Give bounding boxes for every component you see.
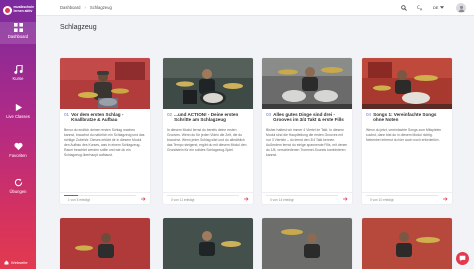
- app-window: musikschule lernen aktiv Dashboard Kurse…: [0, 0, 474, 269]
- course-title: Alles gutes Dinge sind drei - Grooves im…: [273, 112, 344, 123]
- course-card[interactable]: [262, 218, 352, 269]
- course-thumbnail: [60, 58, 150, 109]
- sidebar-item-label: Kurse: [12, 76, 24, 81]
- arrow-right-icon[interactable]: [343, 197, 348, 201]
- course-card[interactable]: 04 Songs 1: Vereinfachte Songs ohne Note…: [362, 58, 452, 204]
- website-link[interactable]: Webseite: [4, 260, 28, 265]
- course-thumbnail: [262, 58, 352, 109]
- sidebar-item-uebungen[interactable]: Übungen: [0, 177, 36, 199]
- course-description: Bisher hattest wir immer 4 Viertel im Ta…: [266, 128, 348, 157]
- language-value: DE: [433, 5, 439, 10]
- course-card[interactable]: 01 Vor dem ersten Schlag - Knallbratze &…: [60, 58, 150, 204]
- sidebar-item-label: Dashboard: [7, 34, 29, 39]
- progress-fill: [64, 195, 79, 197]
- arrow-right-icon[interactable]: [141, 197, 146, 201]
- search-icon[interactable]: [400, 4, 408, 12]
- chat-icon: [459, 255, 466, 262]
- sidebar-item-kurse[interactable]: Kurse: [0, 64, 36, 86]
- sidebar-item-label: Live Classes: [6, 114, 30, 119]
- progress-bar: [366, 195, 438, 197]
- chevron-right-icon: ›: [84, 5, 86, 10]
- sidebar-item-label: Favoriten: [9, 153, 27, 158]
- progress-status: 0 von 11 erledigt: [171, 197, 195, 202]
- breadcrumb-dashboard[interactable]: Dashboard: [60, 5, 81, 10]
- dashboard-icon: [13, 22, 23, 32]
- course-title: Songs 1: Vereinfachte Songs ohne Noten: [373, 112, 437, 123]
- arrow-right-icon[interactable]: [244, 197, 249, 201]
- course-card[interactable]: [60, 218, 150, 269]
- course-description: Wenn du jetzt, vereinfachte Songs zum Mi…: [366, 128, 442, 142]
- brand-line2: lernen aktiv: [13, 9, 33, 13]
- website-label: Webseite: [11, 260, 28, 265]
- course-thumbnail: [163, 218, 253, 269]
- course-number: 02: [167, 112, 173, 117]
- refresh-icon: [13, 177, 23, 187]
- progress-bar: [266, 195, 338, 197]
- sidebar-item-favoriten[interactable]: Favoriten: [0, 141, 36, 163]
- breadcrumb: Dashboard › Schlagzeug: [60, 5, 112, 10]
- course-description: In diesem Modul lernst du bereits deine …: [167, 128, 247, 152]
- home-icon: [4, 260, 9, 265]
- chat-button[interactable]: [456, 252, 469, 265]
- breadcrumb-current: Schlagzeug: [89, 5, 112, 10]
- sidebar-item-live-classes[interactable]: Live Classes: [0, 102, 36, 124]
- course-card[interactable]: 03 Alles gutes Dinge sind drei - Grooves…: [262, 58, 352, 204]
- sidebar: musikschule lernen aktiv Dashboard Kurse…: [0, 0, 36, 269]
- progress-status: 0 von 10 erledigt: [370, 197, 394, 202]
- progress-status: 1 von 5 erledigt: [68, 197, 90, 202]
- progress-bar: [167, 195, 239, 197]
- course-description: Bevor du endlich deinen ersten Schlag ma…: [64, 128, 145, 157]
- course-card[interactable]: 02 ...und ACTION! - Deine ersten Schritt…: [163, 58, 253, 204]
- course-number: 04: [366, 112, 372, 117]
- course-footer: 0 von 10 erledigt: [362, 192, 452, 204]
- course-number: 03: [266, 112, 272, 117]
- sidebar-item-dashboard[interactable]: Dashboard: [0, 22, 36, 44]
- course-thumbnail: [60, 218, 150, 269]
- brand-logo[interactable]: musikschule lernen aktiv: [3, 4, 35, 16]
- page-title: Schlagzeug: [60, 24, 97, 31]
- course-thumbnail: [163, 58, 253, 109]
- top-bar: Dashboard › Schlagzeug CA DE: [36, 0, 474, 16]
- chevron-down-icon: [440, 6, 445, 9]
- course-footer: 0 von 14 erledigt: [262, 192, 352, 204]
- course-footer: 0 von 11 erledigt: [163, 192, 253, 204]
- user-icon: [458, 5, 464, 12]
- language-select[interactable]: DE: [433, 5, 445, 10]
- sidebar-item-label: Übungen: [9, 189, 27, 194]
- course-thumbnail: [362, 58, 452, 109]
- course-title: ...und ACTION! - Deine ersten Schritte a…: [174, 112, 239, 123]
- course-footer: 1 von 5 erledigt: [60, 192, 150, 204]
- translate-icon[interactable]: CA: [416, 4, 424, 12]
- logo-mark-icon: [3, 5, 12, 15]
- music-note-icon: [13, 64, 23, 74]
- course-thumbnail: [262, 218, 352, 269]
- svg-text:A: A: [419, 7, 422, 11]
- progress-status: 0 von 14 erledigt: [270, 197, 294, 202]
- avatar[interactable]: [456, 3, 466, 13]
- course-card[interactable]: [362, 218, 452, 269]
- course-card[interactable]: [163, 218, 253, 269]
- course-thumbnail: [362, 218, 452, 269]
- arrow-right-icon[interactable]: [443, 197, 448, 201]
- play-icon: [13, 102, 23, 112]
- course-title: Vor dem ersten Schlag - Knallbratze & Au…: [71, 112, 124, 123]
- course-number: 01: [64, 112, 70, 117]
- heart-icon: [13, 141, 23, 151]
- progress-bar: [64, 195, 136, 197]
